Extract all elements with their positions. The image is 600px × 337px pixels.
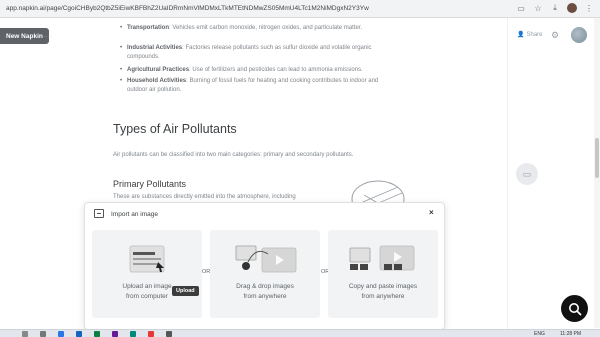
bullet-term: Agricultural Practices (127, 67, 190, 73)
app-icon[interactable] (58, 331, 64, 337)
app-icon[interactable] (130, 331, 136, 337)
upload-tooltip: Upload (172, 286, 199, 296)
bullet-text: : Use of fertilizers and pesticides can … (189, 67, 363, 73)
dialog-title: Import an image (111, 211, 158, 218)
bullet-term: Household Activities (127, 78, 187, 84)
search-button[interactable] (561, 295, 588, 322)
app-icon[interactable] (94, 331, 100, 337)
language-indicator[interactable]: ENG (534, 331, 545, 337)
browser-toolbar: ▭ ☆ ⤓ ⋮ (516, 3, 594, 13)
app-icon[interactable] (166, 331, 172, 337)
scrollbar[interactable] (594, 18, 600, 328)
taskview-icon[interactable] (40, 331, 46, 337)
subsection-heading[interactable]: Primary Pollutants (113, 179, 186, 189)
bullet-transportation[interactable]: Transportation: Vehicles emit carbon mon… (120, 24, 397, 33)
os-taskbar: ENG 11:28 PM (0, 329, 600, 337)
import-image-dialog: Import an image × Upload an image from c… (84, 202, 445, 330)
browser-address-bar: app.napkin.ai/page/CgoiCHByb2QtbZ5iEiwKB… (0, 0, 600, 18)
upload-illustration (129, 245, 165, 273)
drag-drop-illustration (235, 245, 297, 273)
search-icon (568, 302, 581, 315)
section-paragraph[interactable]: Air pollutants can be classified into tw… (113, 152, 353, 158)
bullet-text: : Vehicles emit carbon monoxide, nitroge… (169, 25, 363, 31)
url-text[interactable]: app.napkin.ai/page/CgoiCHByb2QtbZ5iEiwKB… (6, 5, 476, 12)
install-icon[interactable]: ▭ (516, 3, 526, 13)
profile-avatar[interactable] (567, 3, 577, 13)
ghost-label: ····· (44, 34, 53, 40)
bullet-term: Transportation (127, 25, 170, 31)
clock[interactable]: 11:28 PM (560, 331, 581, 337)
section-heading[interactable]: Types of Air Pollutants (113, 122, 237, 136)
or-separator: OR (202, 269, 211, 275)
subsection-paragraph[interactable]: These are substances directly emitted in… (113, 194, 296, 200)
gear-icon[interactable]: ⚙ (551, 30, 559, 41)
menu-icon[interactable]: ⋮ (584, 3, 594, 13)
scrollbar-thumb[interactable] (595, 138, 599, 178)
app-icon[interactable] (112, 331, 118, 337)
image-icon (94, 209, 104, 218)
close-icon[interactable]: × (429, 208, 434, 217)
star-icon[interactable]: ☆ (533, 3, 543, 13)
option-line1: Copy and paste images (348, 283, 418, 290)
copy-paste-option[interactable]: Copy and paste images from anywhere (328, 230, 438, 318)
comment-icon[interactable]: ▭ (516, 163, 538, 185)
download-icon[interactable]: ⤓ (550, 3, 560, 13)
user-avatar[interactable] (571, 27, 587, 43)
drag-drop-option[interactable]: Drag & drop images from anywhere (210, 230, 320, 318)
new-napkin-button[interactable]: New Napkin (0, 28, 49, 44)
share-button[interactable]: 👤 Share (517, 31, 543, 39)
bullet-term: Industrial Activities (127, 45, 183, 51)
app-icon[interactable] (76, 331, 82, 337)
share-label: Share (526, 31, 543, 38)
option-line2: from anywhere (243, 293, 287, 300)
option-label: Copy and paste images from anywhere (328, 282, 438, 302)
copy-paste-illustration (349, 245, 415, 271)
chrome-icon[interactable] (148, 331, 154, 337)
search-icon[interactable] (22, 331, 28, 337)
option-line2: from anywhere (361, 293, 405, 300)
bullet-household[interactable]: Household Activities: Burning of fossil … (120, 77, 397, 94)
option-line1: Drag & drop images (236, 283, 294, 290)
bullet-agricultural[interactable]: Agricultural Practices: Use of fertilize… (120, 66, 397, 75)
bullet-industrial[interactable]: Industrial Activities: Factories release… (120, 44, 397, 61)
option-label: Drag & drop images from anywhere (210, 282, 320, 302)
upload-from-computer-option[interactable]: Upload an image from computer Upload (92, 230, 202, 318)
share-icon: 👤 (517, 32, 525, 38)
